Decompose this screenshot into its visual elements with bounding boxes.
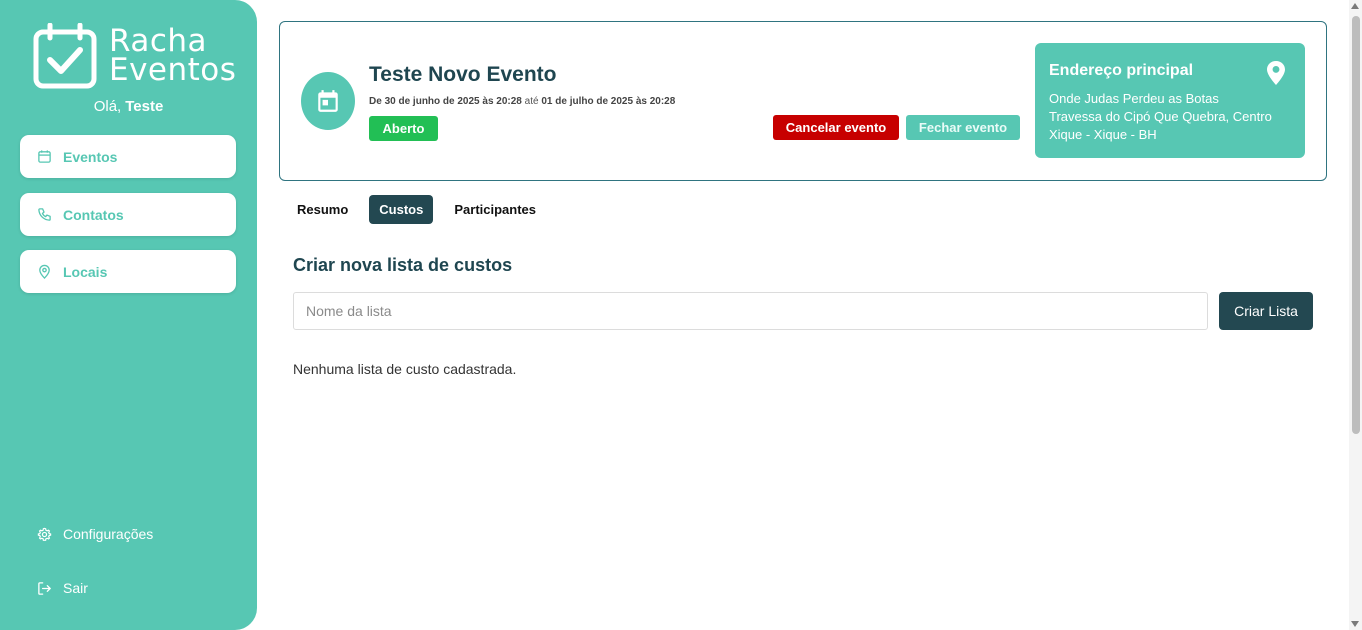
calendar-icon [38,150,51,163]
sidebar-item-label: Contatos [63,206,124,223]
empty-list-message: Nenhuma lista de custo cadastrada. [293,361,517,377]
event-header-card: Teste Novo Evento De 30 de junho de 2025… [279,21,1327,181]
user-name: Teste [125,98,164,115]
tab-resumo[interactable]: Resumo [287,195,358,224]
sidebar-item-label: Locais [63,263,108,280]
create-list-button[interactable]: Criar Lista [1219,292,1313,330]
map-pin-icon [39,264,50,279]
event-tabs: Resumo Custos Participantes [287,195,557,224]
logout-link[interactable]: Sair [37,580,88,596]
scroll-up-arrow-icon[interactable] [1351,3,1359,9]
sidebar-item-eventos[interactable]: Eventos [20,135,236,178]
location-pin-icon [1267,61,1285,85]
settings-link[interactable]: Configurações [37,526,153,542]
event-end-date: 01 de julho de 2025 às 20:28 [541,96,676,107]
tab-participantes[interactable]: Participantes [444,195,546,224]
event-start-date: 30 de junho de 2025 às 20:28 [384,96,522,107]
brand-name: Racha Eventos [109,26,237,88]
sidebar-item-label: Eventos [63,148,118,165]
dates-prefix: De [369,96,382,107]
address-line-2: Travessa do Cipó Que Quebra, Centro [1049,109,1272,124]
dates-separator: até [524,96,539,107]
sidebar-item-locais[interactable]: Locais [20,250,236,293]
user-greeting: Olá, Teste [0,98,257,115]
address-title: Endereço principal [1049,62,1194,79]
settings-label: Configurações [63,526,154,542]
address-lines: Onde Judas Perdeu as Botas Travessa do C… [1049,90,1272,144]
logout-icon [38,581,51,595]
scroll-thumb[interactable] [1352,16,1360,434]
logout-label: Sair [63,580,88,596]
address-line-3: Xique - Xique - BH [1049,127,1157,142]
cancel-event-button[interactable]: Cancelar evento [773,115,899,140]
brand-line2: Eventos [109,52,237,88]
tab-custos[interactable]: Custos [369,195,434,224]
address-line-1: Onde Judas Perdeu as Botas [1049,91,1219,106]
close-event-button[interactable]: Fechar evento [906,115,1020,140]
main-address-box: Endereço principal Onde Judas Perdeu as … [1035,43,1305,158]
list-name-input[interactable] [293,292,1208,330]
brand-logo[interactable]: Racha Eventos [33,23,236,89]
page-scrollbar[interactable] [1349,0,1362,630]
sidebar-item-contatos[interactable]: Contatos [20,193,236,236]
event-avatar [301,72,355,130]
phone-icon [38,208,51,221]
calendar-check-icon [33,23,97,89]
scroll-down-arrow-icon[interactable] [1351,621,1359,627]
greeting-prefix: Olá, [93,98,122,115]
calendar-icon [318,90,338,112]
status-badge: Aberto [369,116,438,141]
sidebar: Racha Eventos Olá, Teste Eventos Contatos… [0,0,257,630]
gear-icon [37,527,52,541]
event-title: Teste Novo Evento [369,63,557,86]
event-dates: De 30 de junho de 2025 às 20:28 até 01 d… [369,96,675,107]
costs-section-title: Criar nova lista de custos [293,255,513,275]
